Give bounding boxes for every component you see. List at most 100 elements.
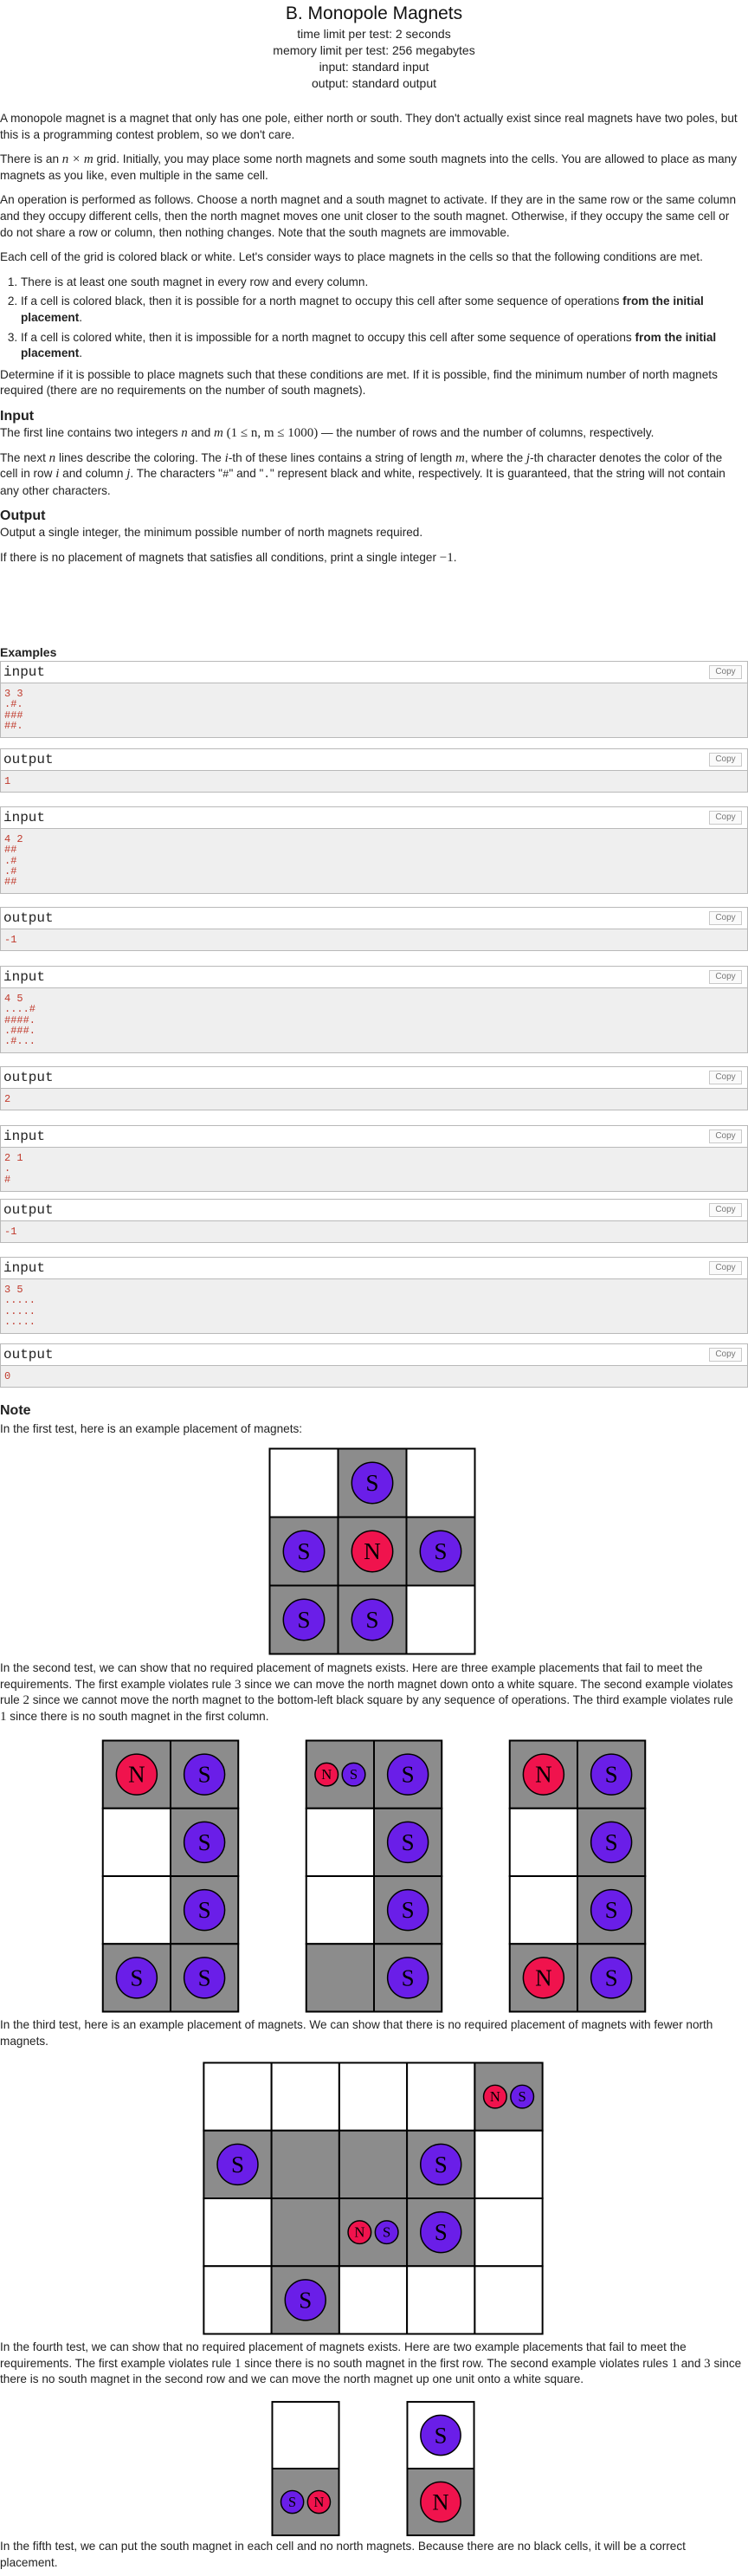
south-magnet-label: S <box>435 2422 448 2448</box>
white-cell <box>338 2061 409 2132</box>
magnet-figure-test-4-b: SN <box>406 2400 475 2537</box>
rules-list: There is at least one south magnet in ev… <box>0 275 741 362</box>
examples-title: Examples <box>0 645 57 659</box>
white-cell <box>203 2265 273 2335</box>
white-cell <box>203 2197 273 2268</box>
south-magnet-label: S <box>519 2088 526 2105</box>
white-cell <box>405 1584 476 1655</box>
black-cell <box>338 2129 409 2199</box>
memory-limit: memory limit per test: 256 megabytes <box>273 43 475 57</box>
white-cell <box>270 2061 340 2132</box>
example-output-header: output Copy <box>1 749 747 771</box>
white-cell <box>101 1807 172 1878</box>
copy-button[interactable]: Copy <box>709 1203 742 1217</box>
copy-button[interactable]: Copy <box>709 1071 742 1084</box>
example-output-header: output Copy <box>1 908 747 929</box>
south-magnet-label: S <box>198 1829 211 1855</box>
statement-paragraph: There is an n × m grid. Initially, you m… <box>0 152 738 182</box>
example-output-text: -1 <box>4 934 17 946</box>
magnet-figure-test-1: S S N S S S <box>268 1447 476 1655</box>
problem-title: B. Monopole Magnets <box>285 3 463 23</box>
north-magnet-label: N <box>490 2088 500 2105</box>
copy-button[interactable]: Copy <box>709 665 742 679</box>
example-output-label: output <box>3 752 54 767</box>
example-output-label: output <box>3 1202 54 1218</box>
problem-page: B. Monopole Magnets time limit per test:… <box>0 0 748 2569</box>
note-paragraph: In the second test, we can show that no … <box>0 1661 733 1724</box>
white-cell <box>268 1447 339 1518</box>
magnet-figure-test-2-c: N S S S N S <box>508 1739 647 2013</box>
note-paragraph: In the fourth test, we can show that no … <box>0 2340 742 2386</box>
north-magnet-label: N <box>432 2489 448 2515</box>
example-input-label: input <box>3 1260 46 1276</box>
south-magnet-label: S <box>299 2287 312 2313</box>
example-input-header: input Copy <box>1 807 747 829</box>
south-magnet-label: S <box>297 1607 310 1633</box>
white-cell <box>474 2265 544 2335</box>
note-title: Note <box>0 1403 31 1418</box>
white-cell <box>474 2129 544 2199</box>
white-cell <box>305 1874 376 1945</box>
south-magnet-label: S <box>605 1829 618 1855</box>
input-spec: input: standard input <box>319 60 429 74</box>
copy-button[interactable]: Copy <box>709 811 742 825</box>
south-magnet-label: S <box>383 2224 390 2241</box>
example-output-label: output <box>3 910 54 926</box>
north-magnet-label: N <box>535 1762 552 1788</box>
math-grid-size: n × m <box>61 152 94 167</box>
rule-item: If a cell is colored white, then it is i… <box>21 330 741 362</box>
south-magnet-label: S <box>402 1829 415 1855</box>
copy-button[interactable]: Copy <box>709 1261 742 1275</box>
south-magnet-label: S <box>402 1762 415 1788</box>
output-section-title: Output <box>0 508 46 524</box>
example-input-block: input Copy 3 3 .#. ### ##. <box>0 661 748 738</box>
problem-header: B. Monopole Magnets time limit per test:… <box>0 0 748 92</box>
north-magnet-label: N <box>314 2494 325 2510</box>
north-magnet-label: N <box>364 1538 381 1564</box>
copy-button[interactable]: Copy <box>709 1348 742 1362</box>
example-output-header: output Copy <box>1 1200 747 1221</box>
copy-button[interactable]: Copy <box>709 1129 742 1143</box>
white-cell <box>508 1807 579 1878</box>
example-output-block: output Copy -1 <box>0 907 748 951</box>
copy-button[interactable]: Copy <box>709 911 742 925</box>
problem-statement: A monopole magnet is a magnet that only … <box>0 111 741 566</box>
example-output-block: output Copy -1 <box>0 1199 748 1243</box>
output-spec: output: standard output <box>312 76 436 90</box>
north-magnet-label: N <box>535 1964 552 1990</box>
white-cell <box>338 2265 409 2335</box>
south-magnet-label: S <box>434 1538 447 1564</box>
south-magnet-label: S <box>435 2152 448 2178</box>
example-output-text: 2 <box>4 1093 11 1105</box>
example-output-block: output Copy 2 <box>0 1066 748 1110</box>
example-input-label: input <box>3 810 46 825</box>
south-magnet-label: S <box>605 1762 618 1788</box>
example-input-block: input Copy 3 5 ..... ..... ..... <box>0 1257 748 1334</box>
black-cell <box>305 1943 376 2013</box>
south-magnet-label: S <box>365 1470 378 1496</box>
example-input-text: 4 5 ....# ####. .###. .#... <box>4 993 36 1048</box>
south-magnet-label: S <box>130 1964 143 1990</box>
rule-item: If a cell is colored black, then it is p… <box>21 294 741 326</box>
black-cell <box>270 2129 340 2199</box>
example-input-label: input <box>3 664 46 680</box>
example-output-label: output <box>3 1070 54 1085</box>
magnet-figure-test-4-a: SN <box>271 2400 340 2537</box>
south-magnet-label: S <box>231 2152 244 2178</box>
example-output-label: output <box>3 1347 54 1362</box>
statement-paragraph: Determine if it is possible to place mag… <box>0 367 718 398</box>
example-output-header: output Copy <box>1 1067 747 1089</box>
white-cell <box>271 2400 340 2469</box>
example-output-block: output Copy 1 <box>0 748 748 793</box>
example-input-block: input Copy 4 5 ....# ####. .###. .#... <box>0 966 748 1053</box>
statement-paragraph: An operation is performed as follows. Ch… <box>0 193 737 239</box>
magnet-figure-test-2-a: N S S S S S <box>101 1739 240 2013</box>
note-paragraph: In the third test, here is an example pl… <box>0 2018 713 2048</box>
example-output-block: output Copy 0 <box>0 1343 748 1388</box>
example-input-text: 4 2 ## .# .# ## <box>4 833 23 889</box>
copy-button[interactable]: Copy <box>709 753 742 767</box>
example-output-text: 0 <box>4 1370 11 1382</box>
example-input-header: input Copy <box>1 662 747 683</box>
copy-button[interactable]: Copy <box>709 970 742 984</box>
south-magnet-label: S <box>350 1766 358 1783</box>
